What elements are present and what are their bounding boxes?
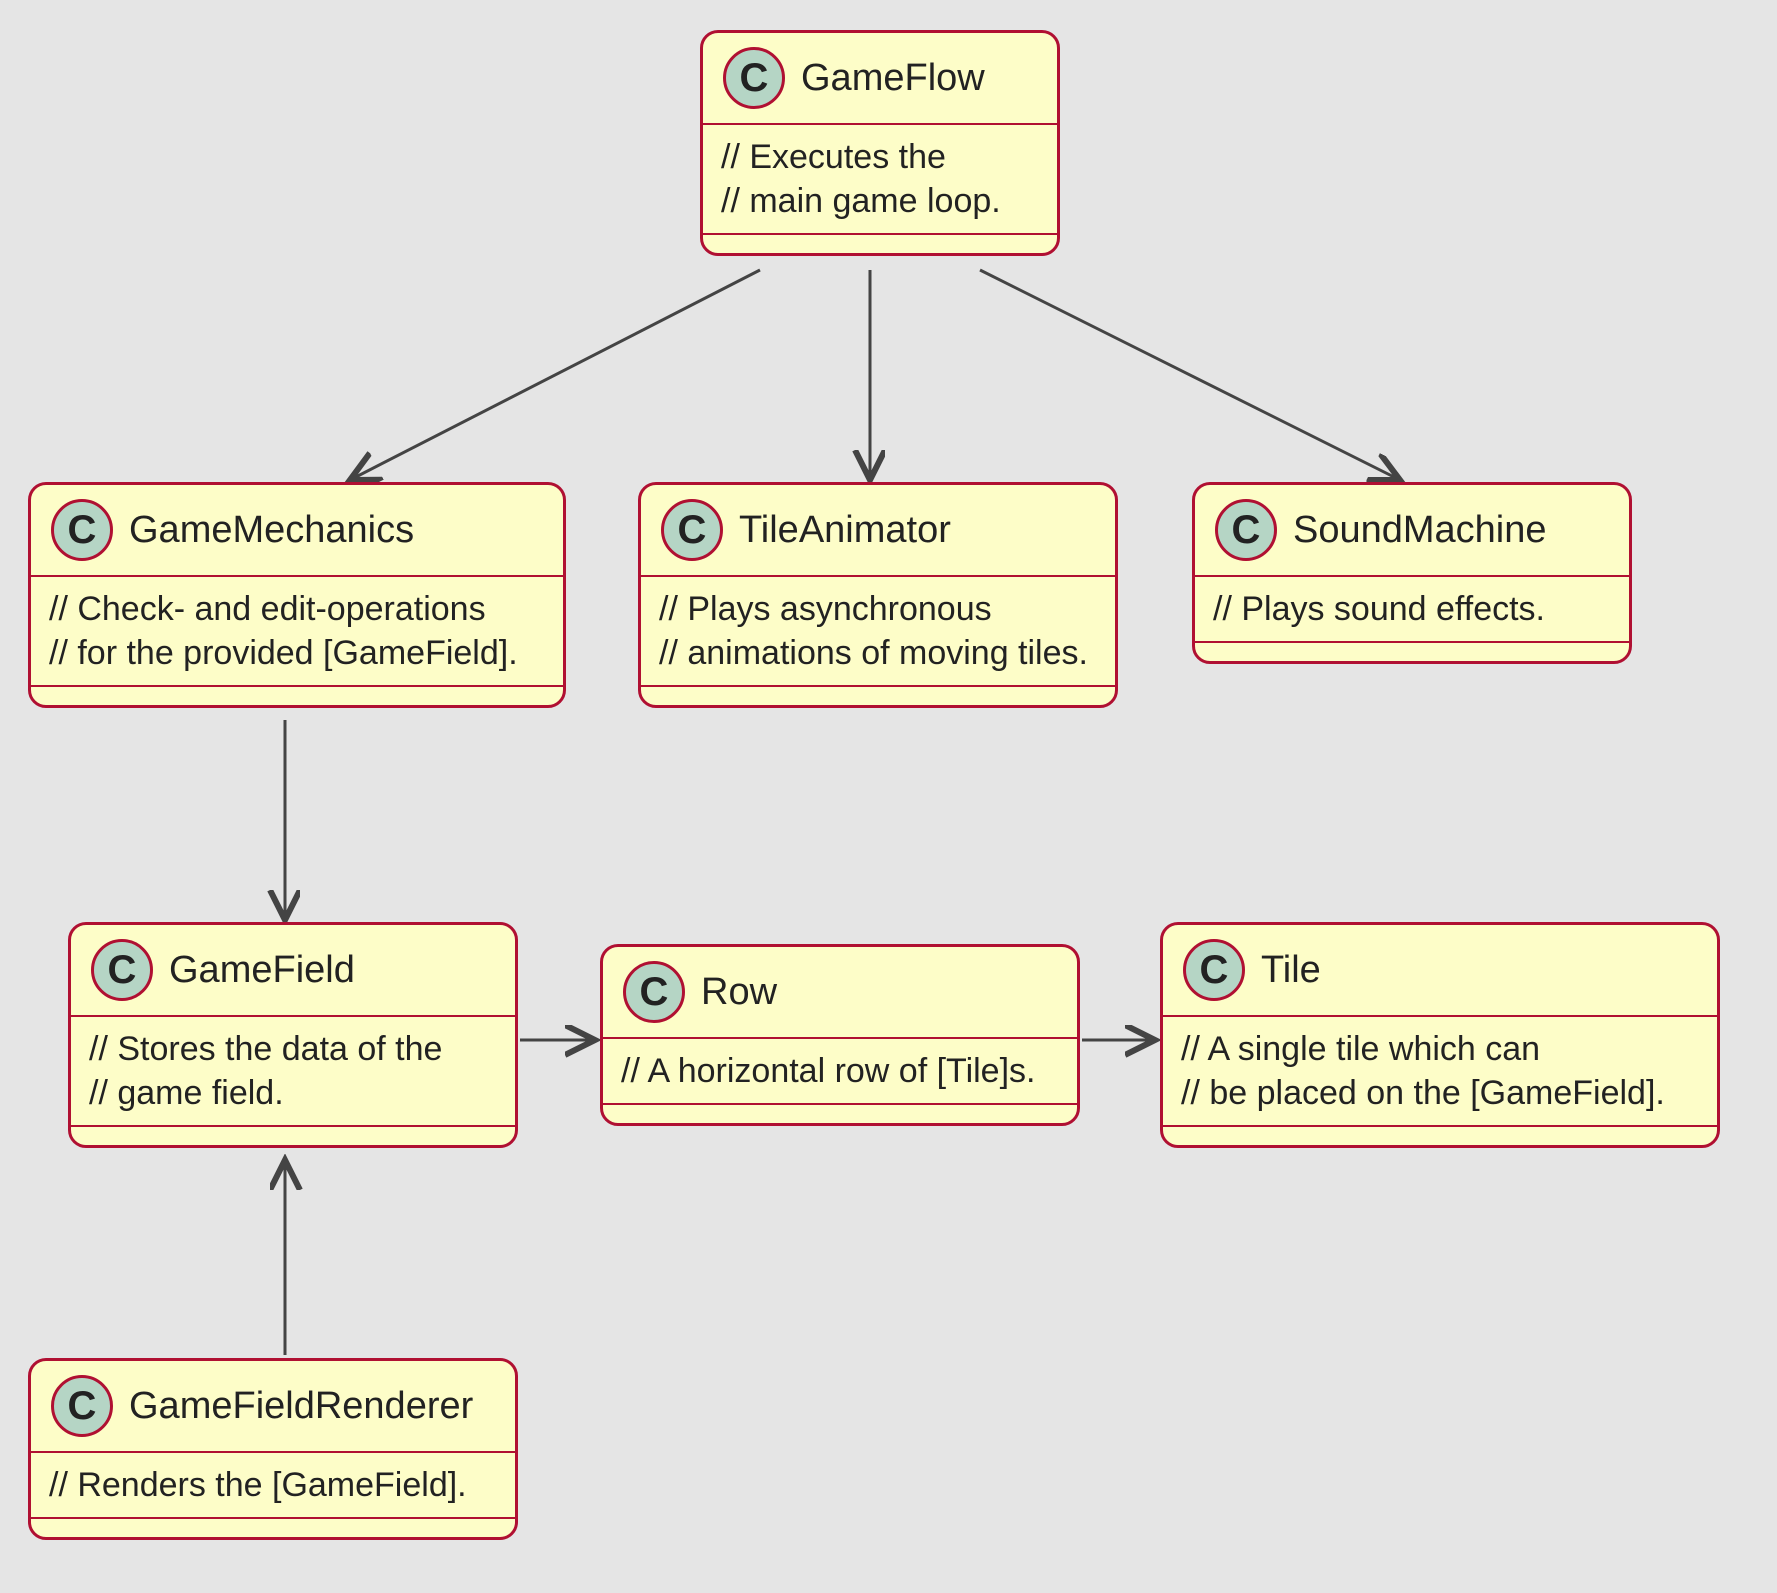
class-header: C SoundMachine [1195,485,1629,577]
class-header: C GameFieldRenderer [31,1361,515,1453]
class-name-label: TileAnimator [739,509,951,552]
class-tileanimator: C TileAnimator // Plays asynchronous // … [638,482,1118,708]
class-gamemechanics: C GameMechanics // Check- and edit-opera… [28,482,566,708]
class-body: // Renders the [GameField]. [31,1453,515,1519]
class-gamefieldrenderer: C GameFieldRenderer // Renders the [Game… [28,1358,518,1540]
class-type-icon: C [723,47,785,109]
class-type-icon: C [1183,939,1245,1001]
class-gamefield: C GameField // Stores the data of the //… [68,922,518,1148]
class-type-icon: C [1215,499,1277,561]
class-header: C GameField [71,925,515,1017]
class-name-label: GameFlow [801,57,985,100]
class-header: C Tile [1163,925,1717,1017]
class-body: // Stores the data of the // game field. [71,1017,515,1127]
class-body: // Executes the // main game loop. [703,125,1057,235]
class-header: C TileAnimator [641,485,1115,577]
class-gameflow: C GameFlow // Executes the // main game … [700,30,1060,256]
class-type-icon: C [91,939,153,1001]
class-header: C Row [603,947,1077,1039]
class-name-label: Row [701,971,777,1014]
class-body: // A single tile which can // be placed … [1163,1017,1717,1127]
class-row: C Row // A horizontal row of [Tile]s. [600,944,1080,1126]
class-body: // Plays asynchronous // animations of m… [641,577,1115,687]
class-type-icon: C [51,499,113,561]
class-type-icon: C [661,499,723,561]
class-body: // A horizontal row of [Tile]s. [603,1039,1077,1105]
class-soundmachine: C SoundMachine // Plays sound effects. [1192,482,1632,664]
class-name-label: GameMechanics [129,509,414,552]
class-name-label: GameFieldRenderer [129,1385,473,1428]
class-header: C GameFlow [703,33,1057,125]
class-name-label: GameField [169,949,355,992]
class-tile: C Tile // A single tile which can // be … [1160,922,1720,1148]
class-body: // Plays sound effects. [1195,577,1629,643]
class-name-label: SoundMachine [1293,509,1547,552]
class-type-icon: C [51,1375,113,1437]
class-type-icon: C [623,961,685,1023]
class-name-label: Tile [1261,949,1321,992]
class-header: C GameMechanics [31,485,563,577]
class-body: // Check- and edit-operations // for the… [31,577,563,687]
